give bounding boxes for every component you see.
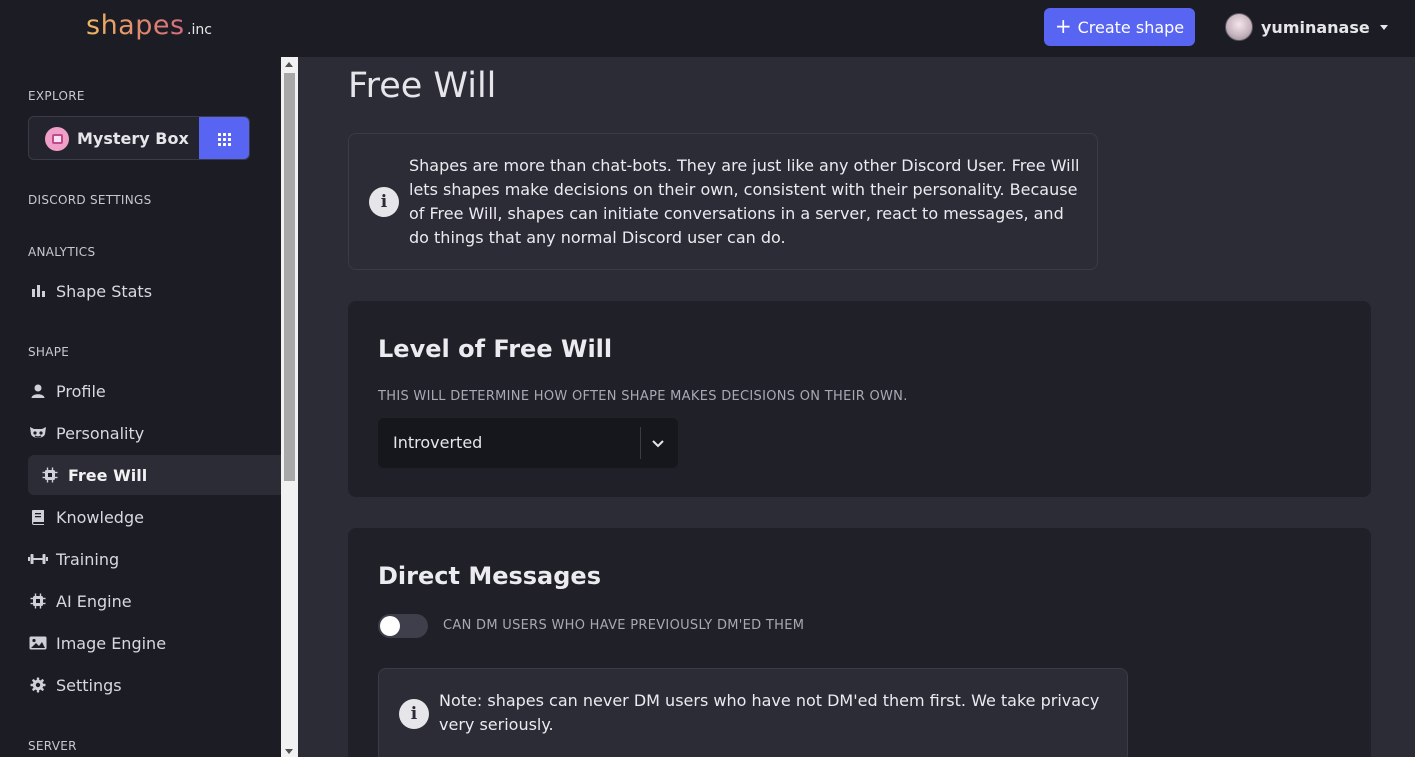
intro-text: Shapes are more than chat-bots. They are… (409, 156, 1080, 247)
create-shape-button[interactable]: + Create shape (1044, 8, 1195, 46)
sidebar-item-training[interactable]: Training (28, 539, 281, 579)
section-label-shape: SHAPE (28, 345, 70, 359)
sidebar-item-settings[interactable]: Settings (28, 665, 281, 705)
toggle-knob (380, 616, 400, 636)
sidebar-item-free-will[interactable]: Free Will (28, 455, 281, 495)
image-icon (28, 633, 48, 653)
sidebar-item-label: Profile (56, 381, 106, 401)
sidebar-scrollbar[interactable] (281, 57, 298, 757)
sidebar-item-image-engine[interactable]: Image Engine (28, 623, 281, 663)
username: yuminanase (1261, 17, 1370, 37)
free-will-level-select[interactable]: Introverted (378, 418, 678, 468)
dm-note-text: Note: shapes can never DM users who have… (439, 691, 1100, 734)
card-title: Direct Messages (378, 562, 601, 590)
section-label-explore: EXPLORE (28, 89, 85, 103)
dumbbell-icon (28, 549, 48, 569)
chip-icon (40, 465, 60, 485)
card-subtitle: THIS WILL DETERMINE HOW OFTEN SHAPE MAKE… (378, 389, 908, 404)
sidebar-item-label: Image Engine (56, 633, 167, 653)
create-shape-label: Create shape (1077, 17, 1185, 37)
sidebar-item-personality[interactable]: Personality (28, 413, 281, 453)
person-icon (28, 381, 48, 401)
sidebar-item-label: AI Engine (56, 591, 132, 611)
logo[interactable]: shapes (86, 10, 185, 41)
scroll-down-icon[interactable] (285, 749, 293, 754)
sidebar-item-label: Training (56, 549, 120, 569)
sidebar-item-ai-engine[interactable]: AI Engine (28, 581, 281, 621)
intro-info-box: i Shapes are more than chat-bots. They a… (348, 133, 1098, 270)
dm-toggle-label: CAN DM USERS WHO HAVE PREVIOUSLY DM'ED T… (443, 618, 805, 633)
section-label-server: SERVER (28, 739, 77, 753)
sidebar-item-label: Knowledge (56, 507, 144, 527)
info-icon: i (369, 187, 399, 217)
avatar (1225, 13, 1253, 41)
grid-icon (217, 132, 231, 146)
select-value: Introverted (393, 433, 483, 452)
bar-chart-icon (28, 281, 48, 301)
select-divider (640, 427, 641, 459)
sidebar-item-knowledge[interactable]: Knowledge (28, 497, 281, 537)
section-label-discord-settings[interactable]: DISCORD SETTINGS (28, 193, 152, 207)
mystery-box-label: Mystery Box (77, 129, 189, 148)
gear-icon (28, 675, 48, 695)
section-label-analytics: ANALYTICS (28, 245, 96, 259)
scrollbar-thumb[interactable] (284, 73, 295, 481)
sidebar: EXPLORE Mystery Box DISCORD SETTINGS ANA… (0, 57, 281, 757)
direct-messages-card: Direct Messages CAN DM USERS WHO HAVE PR… (348, 528, 1371, 757)
top-bar: shapes .inc + Create shape yuminanase (0, 0, 1415, 57)
page-title: Free Will (348, 66, 497, 106)
sidebar-item-label: Personality (56, 423, 145, 443)
gift-box-icon (45, 127, 69, 151)
book-icon (28, 507, 48, 527)
mystery-box[interactable]: Mystery Box (28, 116, 250, 160)
level-of-free-will-card: Level of Free Will THIS WILL DETERMINE H… (348, 301, 1371, 497)
info-icon: i (399, 699, 429, 729)
sidebar-item-shape-stats[interactable]: Shape Stats (28, 271, 281, 311)
logo-suffix: .inc (187, 22, 212, 38)
dm-note-box: i Note: shapes can never DM users who ha… (378, 668, 1128, 757)
sidebar-item-label: Free Will (68, 465, 148, 485)
plus-icon: + (1054, 14, 1072, 38)
sidebar-item-label: Shape Stats (56, 281, 153, 301)
chevron-down-icon (652, 440, 664, 448)
mask-icon (28, 423, 48, 443)
sidebar-item-label: Settings (56, 675, 122, 695)
user-menu[interactable]: yuminanase (1225, 12, 1388, 42)
chip-icon (28, 591, 48, 611)
grid-button[interactable] (199, 117, 249, 159)
caret-down-icon (1379, 24, 1388, 30)
scroll-up-icon[interactable] (285, 62, 293, 67)
card-title: Level of Free Will (378, 335, 613, 363)
sidebar-item-profile[interactable]: Profile (28, 371, 281, 411)
dm-toggle[interactable] (378, 614, 428, 638)
